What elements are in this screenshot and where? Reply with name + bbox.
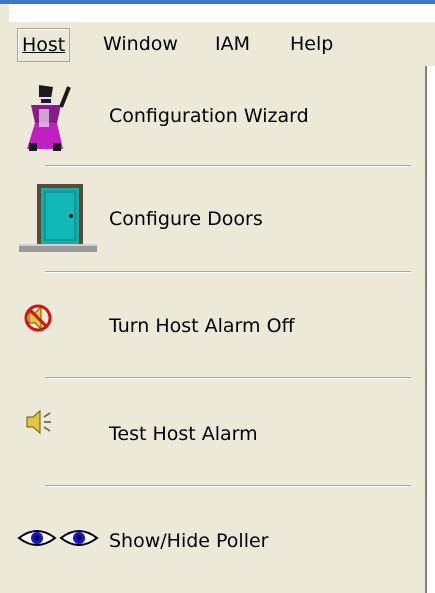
menu-iam[interactable]: IAM: [211, 28, 254, 60]
speaker-icon: [26, 409, 51, 435]
menu-item-label: Configure Doors: [109, 208, 263, 230]
menu-help-label: Help: [290, 33, 334, 55]
menu-item-label: Configuration Wizard: [109, 105, 309, 127]
menu-separator: [45, 377, 411, 379]
menu-help[interactable]: Help: [286, 28, 337, 60]
menu-host-label: Host: [22, 34, 66, 56]
alarm-off-icon: [24, 304, 52, 332]
menu-separator: [45, 485, 411, 487]
menu-item-test-host-alarm[interactable]: Test Host Alarm: [9, 389, 425, 479]
window-frame-left: [0, 4, 9, 593]
door-icon: [19, 184, 97, 252]
menu-separator: [45, 165, 411, 167]
menu-item-label: Show/Hide Poller: [109, 530, 269, 552]
menu-item-label: Test Host Alarm: [109, 423, 258, 445]
menu-item-show-hide-poller[interactable]: Show/Hide Poller: [9, 496, 425, 586]
window-frame-top: [0, 0, 435, 4]
menu-iam-label: IAM: [215, 33, 250, 55]
menu-window[interactable]: Window: [99, 28, 182, 60]
menu-window-label: Window: [103, 33, 178, 55]
menu-item-configure-doors[interactable]: Configure Doors: [9, 174, 425, 264]
menu-bar: Host Window IAM Help: [9, 22, 435, 66]
eyes-icon: [17, 530, 99, 546]
menu-host[interactable]: Host: [17, 28, 71, 62]
host-dropdown-menu: Configuration Wizard Configure Doors Tur…: [9, 66, 427, 593]
menu-item-turn-host-alarm-off[interactable]: Turn Host Alarm Off: [9, 281, 425, 371]
menu-item-label: Turn Host Alarm Off: [109, 315, 295, 337]
wizard-icon: [27, 85, 71, 151]
menu-item-configuration-wizard[interactable]: Configuration Wizard: [9, 71, 425, 161]
menu-separator: [45, 271, 411, 273]
